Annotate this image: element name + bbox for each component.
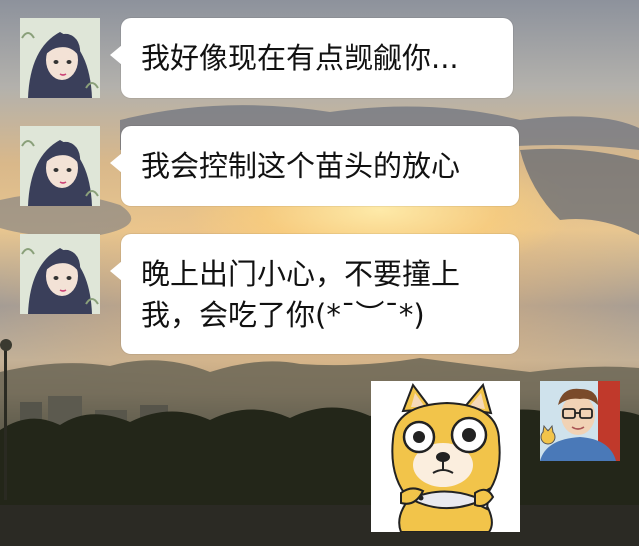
girl-avatar-icon [20, 234, 100, 314]
sticker-message[interactable] [371, 381, 520, 532]
contact-avatar[interactable] [20, 234, 100, 314]
cloud-right [520, 148, 639, 235]
light-pole [4, 350, 7, 500]
shocked-doge-sticker-icon [371, 381, 520, 532]
my-avatar[interactable] [540, 381, 620, 461]
contact-avatar[interactable] [20, 18, 100, 98]
contact-avatar[interactable] [20, 126, 100, 206]
message-text: 我会控制这个苗头的放心 [141, 149, 461, 183]
message-bubble[interactable]: 我会控制这个苗头的放心 [110, 126, 519, 206]
message-bubble[interactable]: 晚上出门小心，不要撞上 我，会吃了你(*¯︶¯*) [110, 234, 519, 354]
message-text: 我好像现在有点觊觎你... [141, 41, 459, 75]
man-glasses-avatar-icon [540, 381, 620, 461]
message-text-line: 我，会吃了你(*¯︶¯*) [141, 298, 425, 332]
girl-avatar-icon [20, 18, 100, 98]
girl-avatar-icon [20, 126, 100, 206]
floodlight-icon [0, 339, 12, 351]
court-ground [0, 505, 639, 546]
message-text-line: 晚上出门小心，不要撞上 [141, 257, 461, 291]
message-bubble[interactable]: 我好像现在有点觊觎你... [110, 18, 513, 98]
